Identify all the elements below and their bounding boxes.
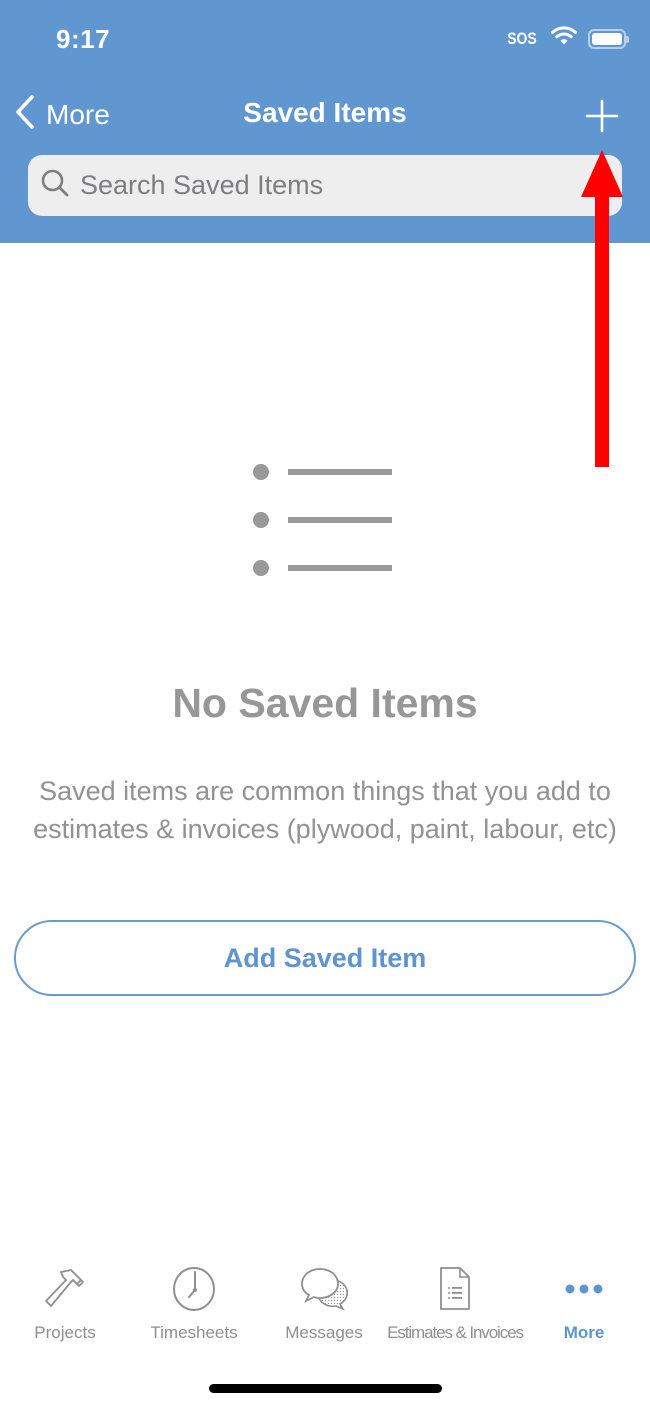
search-icon [40,168,70,203]
add-button[interactable] [584,98,620,134]
status-time: 9:17 [56,24,111,54]
empty-state-title: No Saved Items [172,680,478,726]
list-icon [252,462,394,578]
carrier-label: SOS [507,28,537,48]
chat-bubbles-icon [298,1264,350,1314]
status-indicators: SOS [504,26,629,51]
home-indicator [209,1384,442,1393]
tab-label: Timesheets [150,1323,238,1342]
tab-timesheets[interactable]: Timesheets [129,1262,259,1352]
empty-state-description: Saved items are common things that you a… [33,776,617,844]
battery-icon [588,28,629,49]
document-icon [429,1264,481,1314]
wifi-icon [550,26,578,51]
clock-icon [168,1264,220,1314]
tab-label: More [563,1323,605,1342]
back-button-label: More [46,98,110,130]
tab-messages[interactable]: Messages [259,1262,389,1352]
tab-label: Projects [34,1323,96,1342]
ellipsis-icon [558,1264,610,1314]
add-saved-item-button[interactable]: Add Saved Item [14,920,636,996]
back-button[interactable]: More [14,94,110,135]
tab-more[interactable]: More [519,1262,649,1352]
hammer-icon [39,1264,91,1314]
tab-estimates-invoices[interactable]: Estimates & Invoices [387,1262,524,1352]
chevron-left-icon [14,94,36,135]
tab-projects[interactable]: Projects [0,1262,130,1352]
plus-icon [585,99,619,133]
tab-label: Estimates & Invoices [387,1323,524,1342]
search-input[interactable] [80,170,600,201]
page-title: Saved Items [243,97,407,128]
navigation-header: 9:17 SOS More Saved Items [0,0,650,243]
tab-label: Messages [285,1323,363,1342]
tab-bar: Projects Timesheets Messages Estimates &… [0,1262,650,1362]
search-bar[interactable] [28,155,622,216]
